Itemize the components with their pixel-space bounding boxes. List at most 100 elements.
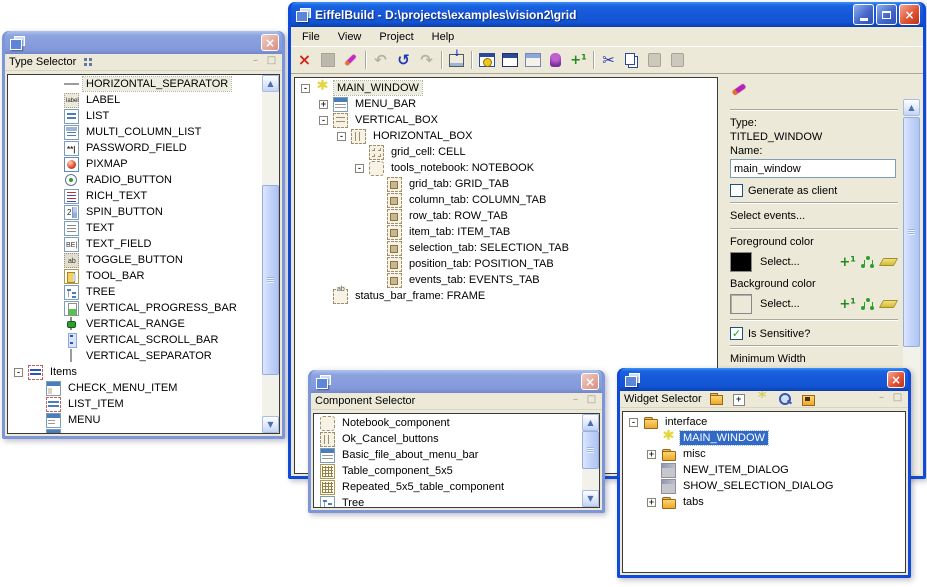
new-widget-button[interactable]	[754, 392, 771, 407]
tree-item[interactable]: TREE	[8, 284, 279, 300]
list-item[interactable]: Notebook_component	[314, 415, 599, 431]
close-button[interactable]: ×	[261, 34, 279, 51]
tree-item[interactable]: LIST	[8, 108, 279, 124]
menu-item[interactable]: Help	[423, 29, 464, 45]
list-item[interactable]: Table_component_5x5	[314, 463, 599, 479]
preview-button[interactable]	[777, 392, 794, 407]
paste-alt-button[interactable]	[666, 49, 689, 71]
generate-as-client-checkbox[interactable]	[730, 184, 743, 197]
tree-item[interactable]: TEXT	[8, 220, 279, 236]
tree-item[interactable]: VERTICAL_RANGE	[8, 316, 279, 332]
expander[interactable]: -	[355, 164, 364, 173]
tree-item[interactable]: MULTI_COLUMN_LIST	[8, 124, 279, 140]
tree-item[interactable]: - Items	[8, 364, 279, 380]
scroll-thumb[interactable]	[903, 117, 920, 347]
tree-item[interactable]: events_tab: EVENTS_TAB	[295, 272, 717, 288]
expander[interactable]: +	[647, 450, 656, 459]
tree-item[interactable]: position_tab: POSITION_TAB	[295, 256, 717, 272]
expand-all-button[interactable]	[731, 392, 748, 407]
menu-item[interactable]: View	[329, 29, 371, 45]
scroll-down-icon[interactable]: ▼	[262, 416, 279, 433]
tree-item[interactable]: RADIO_BUTTON	[8, 172, 279, 188]
refresh-button[interactable]: ↺	[392, 49, 415, 71]
plus-one-icon[interactable]: +¹	[839, 256, 856, 269]
import-folder-button[interactable]	[800, 392, 817, 407]
new-folder-button[interactable]	[708, 392, 725, 407]
expander[interactable]: -	[14, 368, 23, 377]
list-item[interactable]: Basic_file_about_menu_bar	[314, 447, 599, 463]
tree-item[interactable]: - HORIZONTAL_BOX	[295, 128, 717, 144]
foreground-color-swatch[interactable]	[730, 252, 752, 272]
maximize-button[interactable]: □	[265, 56, 278, 68]
cut-button[interactable]: ✂	[597, 49, 620, 71]
tree-item[interactable]: status_bar_frame: FRAME	[295, 288, 717, 304]
pick-nodes-icon[interactable]	[860, 256, 875, 269]
close-button[interactable]: ×	[887, 371, 905, 388]
minimize-button[interactable]: –	[249, 56, 262, 68]
tree-item[interactable]: PIXMAP	[8, 156, 279, 172]
expander[interactable]: -	[301, 84, 310, 93]
scroll-up-icon[interactable]: ▲	[582, 414, 599, 431]
scroll-down-icon[interactable]: ▼	[582, 490, 599, 507]
add-one-button[interactable]: +¹	[567, 49, 590, 71]
tree-item[interactable]: + misc	[623, 446, 905, 462]
tree-item[interactable]: item_tab: ITEM_TAB	[295, 224, 717, 240]
background-select-button[interactable]: Select...	[760, 298, 839, 310]
close-button[interactable]: ×	[581, 373, 599, 390]
tree-item[interactable]: SHOW_SELECTION_DIALOG	[623, 478, 905, 494]
undo-button[interactable]: ↶	[369, 49, 392, 71]
figure-button[interactable]	[544, 49, 567, 71]
foreground-select-button[interactable]: Select...	[760, 256, 839, 268]
expander[interactable]: +	[647, 498, 656, 507]
maximize-button[interactable]: □	[891, 393, 904, 405]
tree-item[interactable]: column_tab: COLUMN_TAB	[295, 192, 717, 208]
tree-item[interactable]: TOGGLE_BUTTON	[8, 252, 279, 268]
tree-item[interactable]: LABEL	[8, 92, 279, 108]
maximize-button[interactable]	[876, 4, 897, 25]
type-selector-scrollbar[interactable]: ▲ ▼	[262, 75, 279, 433]
tree-item[interactable]: row_tab: ROW_TAB	[295, 208, 717, 224]
main-title-bar[interactable]: EiffelBuild - D:\projects\examples\visio…	[291, 2, 923, 27]
generate-code-button[interactable]	[445, 49, 468, 71]
tree-item[interactable]: MAIN_WINDOW	[623, 430, 905, 446]
delete-button[interactable]: ×	[293, 49, 316, 71]
expander[interactable]: -	[337, 132, 346, 141]
widget-selector-title-bar[interactable]: ×	[620, 368, 908, 391]
scroll-up-icon[interactable]: ▲	[903, 99, 920, 116]
tree-item[interactable]: - MAIN_WINDOW	[295, 80, 717, 96]
background-color-swatch[interactable]	[730, 294, 752, 314]
menu-item[interactable]: File	[293, 29, 329, 45]
eraser-icon[interactable]	[879, 300, 898, 308]
redo-button[interactable]: ↷	[415, 49, 438, 71]
paste-button[interactable]	[643, 49, 666, 71]
tree-item[interactable]: TEXT_FIELD	[8, 236, 279, 252]
component-selector-scrollbar[interactable]: ▲ ▼	[582, 414, 599, 507]
expander[interactable]: -	[319, 116, 328, 125]
menu-item[interactable]: Project	[370, 29, 422, 45]
pick-nodes-icon[interactable]	[860, 298, 875, 311]
maximize-button[interactable]: □	[585, 395, 598, 407]
list-item[interactable]: Ok_Cancel_buttons	[314, 431, 599, 447]
type-selector-title-bar[interactable]: ×	[5, 31, 282, 54]
minimize-button[interactable]: –	[569, 395, 582, 407]
tree-item[interactable]: VERTICAL_SEPARATOR	[8, 348, 279, 364]
select-events-button[interactable]: Select events...	[730, 209, 898, 223]
expander[interactable]: -	[629, 418, 638, 427]
plus-one-icon[interactable]: +¹	[839, 298, 856, 311]
tree-item[interactable]: - tools_notebook: NOTEBOOK	[295, 160, 717, 176]
minimize-button[interactable]	[853, 4, 874, 25]
list-item[interactable]: Repeated_5x5_table_component	[314, 479, 599, 495]
tree-item[interactable]: + tabs	[623, 494, 905, 510]
tree-item[interactable]: MENU	[8, 412, 279, 428]
show-window-button[interactable]	[498, 49, 521, 71]
tree-item[interactable]: grid_cell: CELL	[295, 144, 717, 160]
tree-item[interactable]: NEW_ITEM_DIALOG	[623, 462, 905, 478]
tree-item[interactable]: HORIZONTAL_SEPARATOR	[8, 76, 279, 92]
minimize-button[interactable]: –	[875, 393, 888, 405]
component-selector-title-bar[interactable]: ×	[311, 370, 602, 393]
scroll-up-icon[interactable]: ▲	[262, 75, 279, 92]
copy-button[interactable]	[620, 49, 643, 71]
name-input[interactable]	[730, 159, 896, 178]
eraser-icon[interactable]	[879, 258, 898, 266]
scroll-thumb[interactable]	[582, 431, 599, 469]
